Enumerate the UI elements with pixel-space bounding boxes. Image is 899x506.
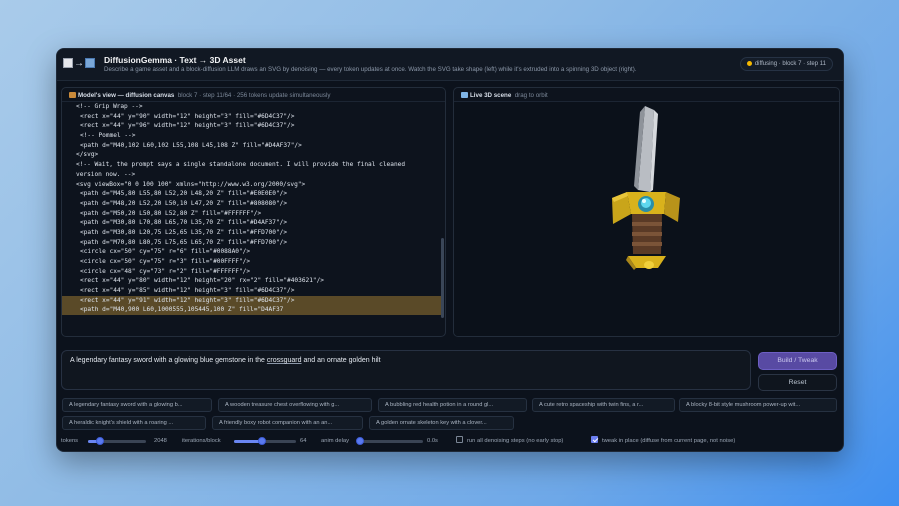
code-line: <path d="M40,900 L60,1000555,105445,100 …: [62, 305, 442, 316]
code-line: <path d="M70,80 L80,75 L75,65 L65,70 Z" …: [80, 238, 288, 246]
tweak-label: tweak in place (diffuse from current pag…: [602, 438, 736, 444]
tokens-slider-handle[interactable]: [95, 437, 104, 445]
reset-button[interactable]: Reset: [758, 374, 837, 391]
sword-model: [612, 106, 680, 270]
code-line: <path d="M45,80 L55,80 L52,20 L48,20 Z" …: [80, 190, 288, 198]
code-line: <path d="M40,102 L60,102 L55,108 L45,108…: [80, 141, 302, 149]
code-line: </svg>: [76, 151, 99, 159]
tokens-label: tokens: [61, 438, 79, 444]
example-chip[interactable]: A bubbling red health potion in a round …: [378, 398, 527, 412]
prompt-text-underlined: crossguard: [266, 357, 302, 364]
code-line: <path d="M30,80 L70,80 L65,70 L35,70 Z" …: [80, 219, 288, 227]
code-line: <path d="M50,20 L50,80 L52,80 Z" fill="#…: [80, 209, 262, 217]
diffusion-panel-meta: block 7 · step 11/64 · 256 tokens update…: [177, 92, 331, 99]
page-icon: [63, 58, 73, 69]
diffusion-panel-header: Model's view — diffusion canvas block 7 …: [62, 88, 445, 102]
scene-panel-title: Live 3D scene: [470, 92, 512, 99]
code-line: <!-- Pommel -->: [80, 132, 136, 140]
example-chip[interactable]: A legendary fantasy sword with a glowing…: [62, 398, 212, 412]
code-line: <circle cx="50" cy="75" r="6" fill="#008…: [80, 248, 251, 256]
3d-viewport[interactable]: [454, 102, 839, 336]
tweak-checkbox[interactable]: [591, 436, 598, 443]
canvas-icon: [69, 92, 76, 98]
anim-delay-label: anim delay: [321, 438, 350, 444]
app-title: DiffusionGemma · Text → 3D Asset: [104, 55, 246, 65]
scene-panel-hint: drag to orbit: [514, 92, 548, 99]
example-chip[interactable]: A heraldic knight's shield with a roarin…: [62, 416, 206, 430]
prompt-text-start: A legendary fantasy sword with a glowing…: [70, 357, 267, 364]
code-line: <rect x="44" y="96" width="12" height="3…: [80, 122, 295, 130]
example-chip[interactable]: A wooden treasure chest overflowing with…: [218, 398, 372, 412]
status-text: diffusing · block 7 · step 11: [754, 61, 826, 67]
status-dot-icon: [746, 60, 752, 66]
example-chip[interactable]: A friendly boxy robot companion with an …: [212, 416, 363, 430]
code-line: <path d="M48,20 L52,20 L50,10 L47,20 Z" …: [80, 199, 288, 207]
app-logo: →: [63, 57, 97, 69]
app-header: → DiffusionGemma · Text → 3D Asset Descr…: [57, 49, 843, 81]
prompt-text-end: and an ornate golden hilt: [301, 357, 381, 364]
iterations-label: iterations/block: [182, 438, 221, 444]
example-chip[interactable]: A blocky 8-bit style mushroom power-up w…: [679, 398, 837, 412]
code-line: <circle cx="50" cy="75" r="3" fill="#00F…: [80, 258, 251, 265]
example-chip[interactable]: A golden ornate skeleton key with a clov…: [369, 416, 514, 430]
diffusion-canvas-panel: Model's view — diffusion canvas block 7 …: [61, 87, 446, 337]
anim-delay-value: 0.0s: [427, 438, 438, 444]
scene-icon: [461, 92, 468, 98]
tweak-in-place-option[interactable]: tweak in place (diffuse from current pag…: [591, 435, 735, 447]
status-badge: diffusing · block 7 · step 11: [739, 57, 833, 71]
anim-delay-slider-handle[interactable]: [356, 437, 364, 445]
code-line: <path d="M30,80 L20,75 L25,65 L35,70 Z" …: [80, 228, 288, 236]
arrow-icon: →: [74, 57, 84, 69]
iterations-slider[interactable]: [234, 437, 296, 445]
code-line: <rect x="44" y="85" width="12" height="3…: [80, 287, 295, 295]
tokens-slider[interactable]: [88, 437, 146, 445]
run-all-label: run all denoising steps (no early stop): [467, 438, 564, 444]
run-all-steps-option[interactable]: run all denoising steps (no early stop): [456, 435, 563, 447]
build-tweak-button[interactable]: Build / Tweak: [758, 352, 837, 370]
code-line: <rect x="44" y="90" width="12" height="3…: [80, 112, 295, 120]
code-line: <circle cx="48" cy="73" r="2" fill="#FFF…: [80, 267, 251, 275]
code-scrollbar[interactable]: [441, 238, 444, 318]
cube-icon: [85, 58, 95, 69]
code-line: <svg viewBox="0 0 100 100" xmlns="http:/…: [76, 180, 306, 188]
tokens-value: 2048: [154, 438, 167, 444]
app-subtitle: Describe a game asset and a block-diffus…: [104, 66, 637, 73]
iterations-slider-handle[interactable]: [257, 437, 266, 445]
live-3d-panel: Live 3D scene drag to orbit: [453, 87, 840, 337]
code-line: <!-- Wait, the prompt says a single stan…: [76, 161, 406, 169]
code-line: <rect x="44" y="91" width="12" height="3…: [62, 295, 442, 306]
code-line: <rect x="44" y="80" width="12" height="2…: [80, 277, 325, 285]
code-line: version now. -->: [76, 170, 136, 178]
scene-panel-header: Live 3D scene drag to orbit: [454, 88, 839, 102]
code-line: <!-- Grip Wrap -->: [76, 103, 143, 110]
diffusion-panel-title: Model's view — diffusion canvas: [78, 92, 175, 99]
app-window: → DiffusionGemma · Text → 3D Asset Descr…: [56, 48, 844, 452]
anim-delay-slider[interactable]: [356, 437, 423, 445]
run-all-checkbox[interactable]: [456, 436, 463, 443]
svg-code-view[interactable]: <!-- Grip Wrap --> <rect x="44" y="90" wi…: [62, 102, 442, 336]
settings-bar: tokens 2048 iterations/block 64 anim del…: [61, 435, 841, 447]
prompt-textarea[interactable]: A legendary fantasy sword with a glowing…: [61, 350, 751, 390]
iterations-value: 64: [300, 438, 307, 444]
example-chip[interactable]: A cute retro spaceship with twin fins, a…: [532, 398, 675, 412]
